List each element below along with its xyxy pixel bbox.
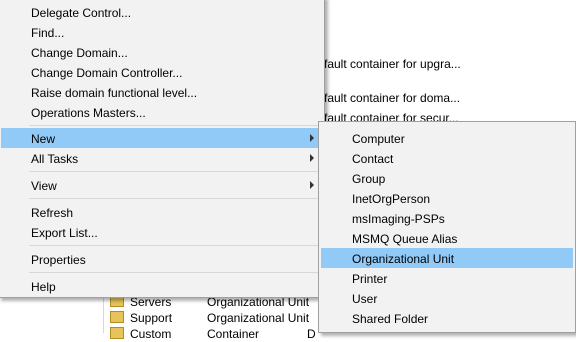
menu-item-refresh[interactable]: Refresh [1,202,322,222]
row-name: Custom [130,327,172,341]
menu-separator [29,272,320,273]
menu-item-view[interactable]: View [1,175,322,195]
menu-item-find[interactable]: Find... [1,22,322,42]
menu-separator [29,245,320,246]
chevron-right-icon [310,154,314,162]
submenu-item-msimaging-psps[interactable]: msImaging-PSPs [321,208,573,228]
menu-separator [29,125,320,126]
new-submenu: Computer Contact Group InetOrgPerson msI… [318,121,576,333]
menu-item-change-domain-controller[interactable]: Change Domain Controller... [1,62,322,82]
menu-item-properties[interactable]: Properties [1,249,322,269]
menu-item-raise-domain-functional-level[interactable]: Raise domain functional level... [1,82,322,102]
menu-item-new[interactable]: New [1,128,322,148]
menu-separator [29,198,320,199]
submenu-item-inetorgperson[interactable]: InetOrgPerson [321,188,573,208]
row-type: Container [207,327,260,341]
menu-item-operations-masters[interactable]: Operations Masters... [1,102,322,122]
menu-item-all-tasks[interactable]: All Tasks [1,148,322,168]
chevron-right-icon [310,134,314,142]
folder-icon [110,311,124,323]
submenu-item-msmq-queue-alias[interactable]: MSMQ Queue Alias [321,228,573,248]
row-type: Organizational Unit [207,311,310,325]
submenu-item-contact[interactable]: Contact [321,148,573,168]
submenu-item-group[interactable]: Group [321,168,573,188]
submenu-item-organizational-unit[interactable]: Organizational Unit [321,248,573,268]
description-cell: fault container for upgra... [324,57,461,71]
menu-separator [29,171,320,172]
menu-item-change-domain[interactable]: Change Domain... [1,42,322,62]
submenu-item-computer[interactable]: Computer [321,128,573,148]
submenu-item-user[interactable]: User [321,288,573,308]
menu-item-help[interactable]: Help [1,276,322,296]
chevron-right-icon [310,181,314,189]
submenu-item-shared-folder[interactable]: Shared Folder [321,308,573,328]
folder-icon [110,327,124,339]
row-name: Support [130,311,173,325]
row-description: D [307,327,316,341]
menu-item-delegate-control[interactable]: Delegate Control... [1,2,322,22]
menu-item-export-list[interactable]: Export List... [1,222,322,242]
description-cell: fault container for doma... [324,91,461,105]
context-menu: Delegate Control... Find... Change Domai… [0,0,325,298]
submenu-item-printer[interactable]: Printer [321,268,573,288]
